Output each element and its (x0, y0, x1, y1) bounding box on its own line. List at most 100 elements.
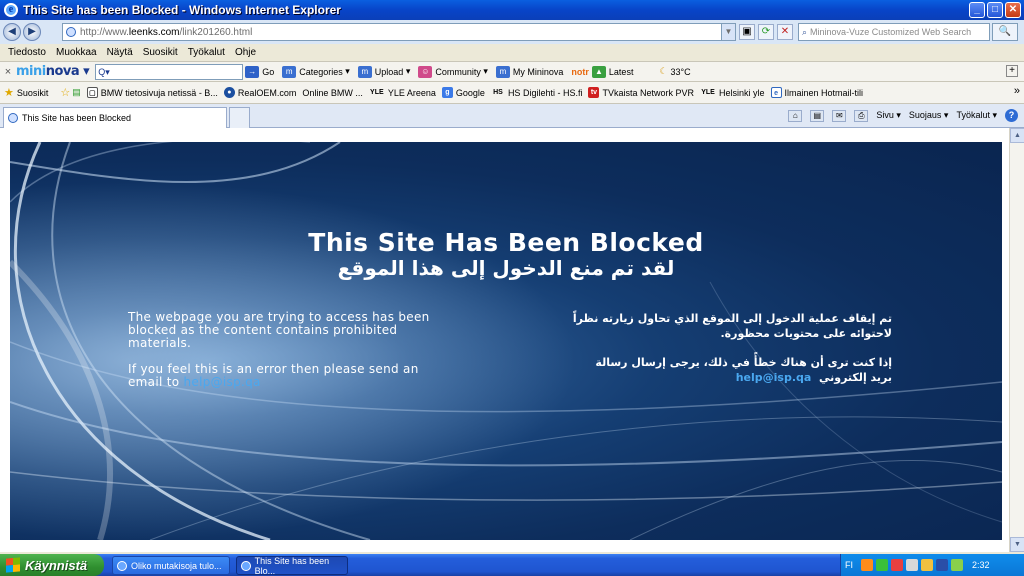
fav-item-hotmail[interactable]: e Ilmainen Hotmail-tili (770, 87, 863, 98)
ie-logo-icon: e (4, 3, 18, 17)
blocked-message-english: The webpage you are trying to access has… (128, 311, 448, 402)
google-icon: g (441, 87, 453, 98)
menu-file[interactable]: Tiedosto (3, 47, 51, 58)
tray-shield-icon[interactable] (891, 559, 903, 571)
blocked-panel: This Site Has Been Blocked لقد تم منع ال… (10, 142, 1002, 540)
menu-favorites[interactable]: Suosikit (138, 47, 183, 58)
upload-icon: m (357, 65, 372, 78)
tools-menu[interactable]: Työkalut ▾ (956, 110, 997, 121)
home-icon[interactable]: ⌂ (788, 109, 803, 122)
toolbar-options-icon[interactable]: + (1006, 65, 1018, 77)
scroll-up-icon[interactable]: ▲ (1010, 128, 1024, 143)
fav-item-hs[interactable]: HS HS Digilehti - HS.fi (491, 87, 582, 98)
page-viewport: This Site Has Been Blocked لقد تم منع ال… (0, 128, 1024, 552)
yle-icon: YLE (701, 89, 715, 96)
close-button[interactable]: ✕ (1005, 2, 1021, 18)
search-input[interactable]: ⌕ Mininova-Vuze Customized Web Search (798, 23, 990, 41)
refresh-icon[interactable]: ⟳ (758, 24, 774, 40)
add-favorite-icon: ☆ (60, 87, 71, 99)
clock[interactable]: 2:32 (972, 560, 990, 570)
taskbar-item-ie-1[interactable]: Oliko mutakisoja tulo... (112, 556, 230, 575)
mininova-logo[interactable]: mininova ▾ (16, 64, 90, 79)
weather-widget[interactable]: ☾ 33°C (659, 66, 690, 77)
upload-button[interactable]: m Upload ▾ (357, 65, 410, 78)
tray-volume-icon[interactable] (906, 559, 918, 571)
menu-help[interactable]: Ohje (230, 47, 261, 58)
tab-page-icon (8, 113, 18, 123)
categories-button[interactable]: m Categories ▾ (282, 65, 350, 78)
scroll-down-icon[interactable]: ▼ (1010, 537, 1024, 552)
window-titlebar[interactable]: e This Site has been Blocked - Windows I… (0, 0, 1024, 20)
feeds-icon[interactable]: ▤ (810, 109, 825, 122)
windows-flag-icon (6, 557, 20, 573)
minimize-button[interactable]: _ (969, 2, 985, 18)
page-menu[interactable]: Sivu ▾ (876, 110, 901, 121)
tab-bar: This Site has been Blocked ⌂ ▤ ✉ ⎙ Sivu … (0, 104, 1024, 128)
tab-active[interactable]: This Site has been Blocked (3, 107, 227, 128)
safety-menu[interactable]: Suojaus ▾ (909, 110, 949, 121)
fav-item-online-bmw[interactable]: Online BMW ... (302, 88, 363, 98)
mininova-search-input[interactable]: Q▾ (95, 63, 244, 80)
search-button[interactable]: 🔍 (992, 23, 1018, 41)
fav-item-bmw[interactable]: ▢ BMW tietosivuja netissä - B... (86, 87, 218, 98)
stop-icon[interactable]: ✕ (777, 24, 793, 40)
mail-icon[interactable]: ✉ (832, 109, 847, 122)
toolbar-close-icon[interactable]: × (0, 66, 16, 78)
page-icon (66, 27, 76, 37)
favorites-overflow-icon[interactable]: » (1014, 85, 1020, 97)
my-mininova-icon: m (495, 65, 510, 78)
go-button[interactable]: → Go (245, 65, 274, 78)
address-tools: ▣ ⟳ ✕ (739, 24, 793, 40)
notr-logo: notr (571, 66, 589, 77)
favorites-button[interactable]: ★ Suosikit (4, 86, 48, 99)
ie-icon (117, 560, 127, 571)
address-input[interactable]: http://www.leenks.com/link201260.html ▼ (62, 23, 736, 41)
tray-display-icon[interactable] (936, 559, 948, 571)
notr-button[interactable]: notr ▲ Latest (571, 65, 633, 78)
favorites-star-icon: ★ (4, 87, 14, 99)
command-bar: ⌂ ▤ ✉ ⎙ Sivu ▾ Suojaus ▾ Työkalut ▾ ? (788, 109, 1018, 122)
blocked-reason-text: The webpage you are trying to access has… (128, 310, 430, 350)
categories-icon: m (282, 65, 297, 78)
url-text: http://www.leenks.com/link201260.html (80, 26, 253, 38)
yle-icon: YLE (370, 89, 384, 96)
blocked-reason-text-arabic: تم إيقاف عملية الدخول إلى الموقع الذي تح… (572, 312, 892, 340)
system-tray: FI 2:32 (840, 554, 1024, 576)
forward-button[interactable]: ▶ (23, 23, 41, 41)
tray-app-icon[interactable] (861, 559, 873, 571)
fav-item-helsinki-yle[interactable]: YLE Helsinki yle (700, 87, 764, 98)
tray-battery-icon[interactable] (951, 559, 963, 571)
window-controls: _ □ ✕ (969, 2, 1021, 18)
menu-view[interactable]: Näytä (102, 47, 138, 58)
taskbar-item-ie-2[interactable]: This Site has been Blo... (236, 556, 348, 576)
menu-tools[interactable]: Työkalut (183, 47, 230, 58)
tvkaista-icon: tv (588, 87, 600, 98)
window-title: This Site has been Blocked - Windows Int… (23, 3, 341, 17)
maximize-button[interactable]: □ (987, 2, 1003, 18)
compatibility-icon[interactable]: ▣ (739, 24, 755, 40)
address-toolbar: ◀ ▶ http://www.leenks.com/link201260.htm… (0, 20, 1024, 44)
bmw-logo-icon: ● (223, 87, 235, 98)
email-link-arabic[interactable]: help@isp.qa (736, 371, 812, 384)
add-favorite-button[interactable]: ☆ ▤ (60, 86, 80, 99)
start-button[interactable]: Käynnistä (0, 554, 104, 576)
address-dropdown-icon[interactable]: ▼ (721, 24, 735, 40)
email-link[interactable]: help@isp.qa (183, 375, 260, 389)
tray-update-icon[interactable] (921, 559, 933, 571)
search-engine-icon: ⌕ (802, 26, 808, 37)
fav-item-google[interactable]: g Google (441, 87, 485, 98)
language-indicator[interactable]: FI (845, 560, 853, 570)
fav-item-realoem[interactable]: ● RealOEM.com (223, 87, 296, 98)
mininova-toolbar: × mininova ▾ Q▾ → Go m Categories ▾ m Up… (0, 62, 1024, 82)
tray-network-icon[interactable] (876, 559, 888, 571)
new-tab-button[interactable] (229, 107, 250, 128)
community-button[interactable]: ☺ Community ▾ (418, 65, 488, 78)
vertical-scrollbar[interactable]: ▲ ▼ (1009, 128, 1024, 552)
back-button[interactable]: ◀ (3, 23, 21, 41)
fav-item-tvkaista[interactable]: tv TVkaista Network PVR (588, 87, 694, 98)
menu-edit[interactable]: Muokkaa (51, 47, 102, 58)
help-icon[interactable]: ? (1005, 109, 1018, 122)
fav-item-yle-areena[interactable]: YLE YLE Areena (369, 87, 436, 98)
my-mininova-button[interactable]: m My Mininova (495, 65, 563, 78)
print-icon[interactable]: ⎙ (854, 109, 869, 122)
